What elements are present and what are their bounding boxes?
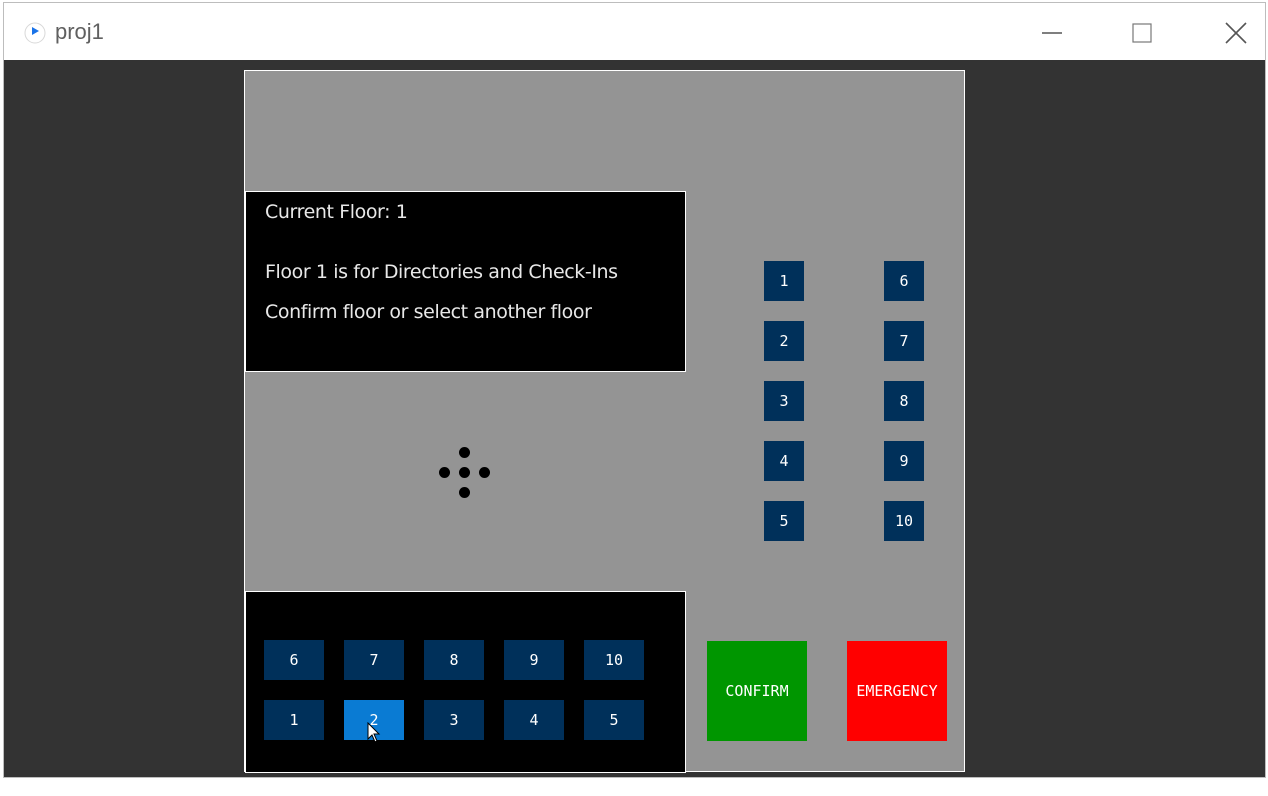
instruction-prompt: Confirm floor or select another floor	[265, 301, 592, 323]
keypad-button-8[interactable]: 8	[424, 640, 484, 680]
dot-top	[459, 447, 470, 458]
app-icon	[24, 22, 46, 44]
keypad-button-6[interactable]: 6	[264, 640, 324, 680]
emergency-button[interactable]: EMERGENCY	[847, 641, 947, 741]
floor-button-9[interactable]: 9	[884, 441, 924, 481]
floor-button-10[interactable]: 10	[884, 501, 924, 541]
floor-button-1[interactable]: 1	[764, 261, 804, 301]
keypad-button-7[interactable]: 7	[344, 640, 404, 680]
info-display: Current Floor: 1 Floor 1 is for Director…	[245, 191, 686, 372]
floor-button-7[interactable]: 7	[884, 321, 924, 361]
window-title: proj1	[55, 19, 104, 44]
app-window: proj1 Current Floor: 1 Floor 1 is for Di…	[3, 2, 1266, 778]
current-floor-label: Current Floor: 1	[265, 201, 408, 223]
mouse-cursor-icon	[367, 722, 381, 743]
keypad-button-9[interactable]: 9	[504, 640, 564, 680]
floor-button-5[interactable]: 5	[764, 501, 804, 541]
keypad-button-1[interactable]: 1	[264, 700, 324, 740]
keypad-button-10[interactable]: 10	[584, 640, 644, 680]
minimize-icon[interactable]	[1032, 13, 1072, 53]
close-icon[interactable]	[1216, 13, 1256, 53]
confirm-button[interactable]: CONFIRM	[707, 641, 807, 741]
keypad-button-5[interactable]: 5	[584, 700, 644, 740]
floor-button-8[interactable]: 8	[884, 381, 924, 421]
title-bar: proj1	[4, 3, 1265, 60]
dot-bottom	[459, 487, 470, 498]
maximize-icon[interactable]	[1122, 13, 1162, 53]
floor-button-3[interactable]: 3	[764, 381, 804, 421]
keypad-button-4[interactable]: 4	[504, 700, 564, 740]
dot-right	[479, 467, 490, 478]
dot-left	[439, 467, 450, 478]
dot-center	[459, 467, 470, 478]
floor-button-6[interactable]: 6	[884, 261, 924, 301]
floor-description: Floor 1 is for Directories and Check-Ins	[265, 261, 618, 283]
elevator-panel: Current Floor: 1 Floor 1 is for Director…	[244, 70, 965, 773]
loading-dots-icon	[435, 443, 495, 503]
floor-button-4[interactable]: 4	[764, 441, 804, 481]
keypad-button-3[interactable]: 3	[424, 700, 484, 740]
floor-keypad: 6 7 8 9 10 1 2 3 4 5	[245, 591, 686, 773]
floor-button-2[interactable]: 2	[764, 321, 804, 361]
